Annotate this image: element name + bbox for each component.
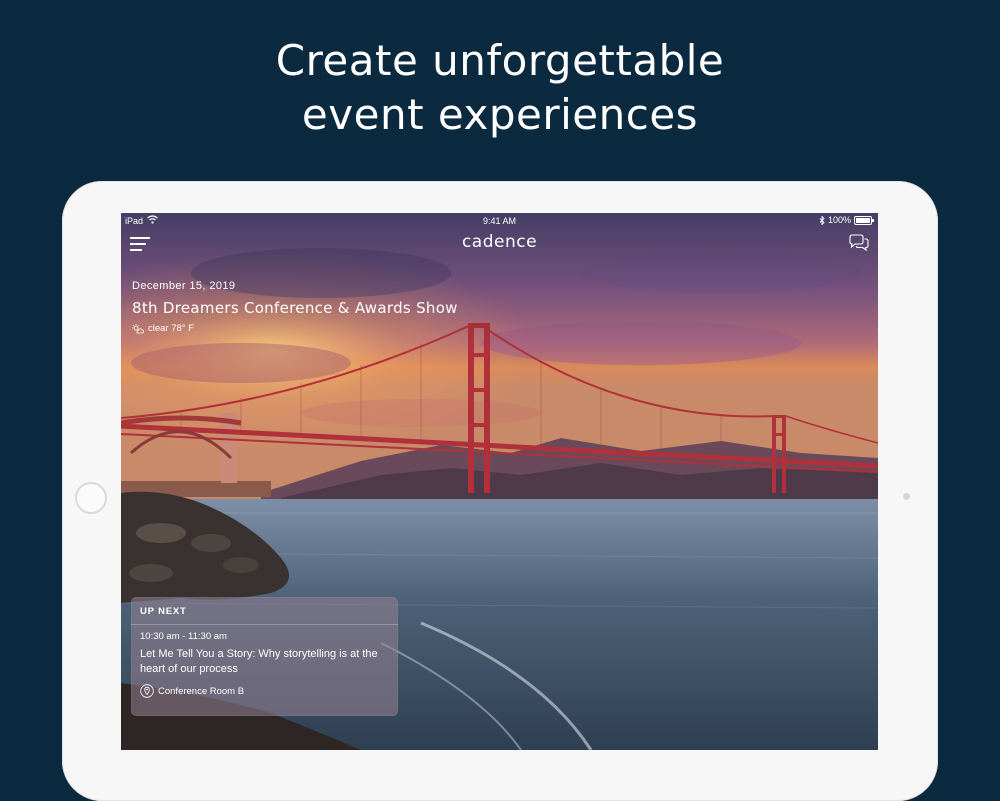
battery-icon xyxy=(854,215,874,225)
partly-sunny-icon xyxy=(132,323,144,333)
session-title: Let Me Tell You a Story: Why storytellin… xyxy=(140,648,378,675)
status-bar: iPad 9:41 AM 100% xyxy=(121,213,878,229)
bluetooth-icon xyxy=(819,215,825,225)
battery-percentage: 100% xyxy=(827,215,851,225)
event-date: December 15, 2019 xyxy=(132,280,236,292)
weather-info: clear 78° F xyxy=(132,323,194,334)
up-next-header: UP NEXT xyxy=(131,597,398,625)
promo-headline: Create unforgettable event experiences xyxy=(0,34,1000,142)
home-button[interactable] xyxy=(75,482,107,514)
session-location: Conference Room B xyxy=(140,684,244,698)
up-next-label: UP NEXT xyxy=(140,606,187,617)
status-time: 9:41 AM xyxy=(482,216,517,226)
promo-headline-line-2: event experiences xyxy=(301,90,699,139)
event-title: 8th Dreamers Conference & Awards Show xyxy=(132,299,458,317)
location-pin-icon xyxy=(140,684,154,698)
weather-text: clear 78° F xyxy=(148,323,195,334)
status-right-group: 100% xyxy=(819,215,874,225)
promo-headline-line-1: Create unforgettable xyxy=(275,36,725,85)
app-screen: iPad 9:41 AM 100% cadence December 15, 2… xyxy=(121,213,878,750)
session-location-text: Conference Room B xyxy=(158,685,245,697)
up-next-card[interactable]: UP NEXT 10:30 am - 11:30 am Let Me Tell … xyxy=(131,597,398,716)
chat-bubbles-icon[interactable] xyxy=(848,234,870,252)
session-time: 10:30 am - 11:30 am xyxy=(140,631,227,642)
front-camera xyxy=(903,493,910,500)
app-brand-logo: cadence xyxy=(461,232,538,252)
